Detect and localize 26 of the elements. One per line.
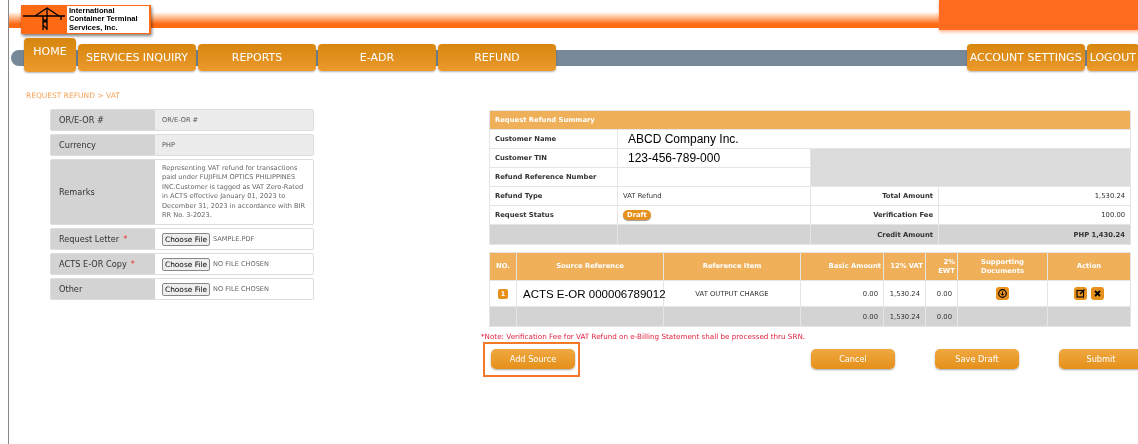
action-button[interactable]: Add Source: [491, 349, 575, 369]
action-button[interactable]: Cancel: [811, 349, 895, 369]
nav-tab[interactable]: E-ADR: [318, 44, 436, 71]
field-label: Other: [59, 284, 83, 295]
field-label: Request Letter: [59, 234, 120, 245]
action-button[interactable]: Submit: [1059, 349, 1138, 369]
nav-tab[interactable]: REPORTS: [198, 44, 316, 71]
nav-tab[interactable]: HOME: [24, 38, 76, 72]
customer-tin: 123-456-789-000: [617, 148, 811, 168]
action-button[interactable]: Save Draft: [935, 349, 1019, 369]
nav-tab[interactable]: ACCOUNT SETTINGS: [966, 44, 1085, 71]
nav-tab[interactable]: SERVICES INQUIRY: [78, 44, 196, 71]
field-label: Remarks: [59, 187, 95, 198]
crane-icon: [21, 5, 67, 31]
field-label: Currency: [59, 140, 96, 150]
required-marker: *: [123, 234, 128, 245]
nav-tab[interactable]: LOGOUT: [1086, 44, 1138, 71]
delete-icon[interactable]: [1091, 287, 1104, 300]
download-icon[interactable]: [996, 287, 1009, 300]
edit-icon[interactable]: [1074, 287, 1087, 300]
table-cell: ACTS E-OR 000006789012: [516, 280, 664, 307]
required-marker: *: [130, 259, 135, 270]
customer-name: ABCD Company Inc.: [617, 129, 1131, 149]
field-label: OR/E-OR #: [59, 115, 104, 125]
field-label: ACTS E-OR Copy: [59, 259, 127, 270]
nav-tab[interactable]: REFUND: [438, 44, 556, 71]
